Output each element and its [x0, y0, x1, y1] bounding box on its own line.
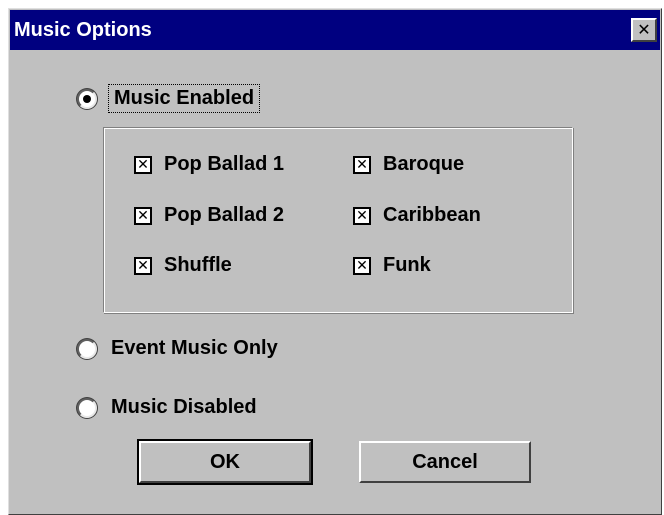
radio-event-music-only-label: Event Music Only: [111, 337, 278, 359]
checkbox-checked-icon: ✕: [353, 206, 371, 225]
checkbox-label: Funk: [383, 254, 431, 276]
checkbox-label: Caribbean: [383, 204, 481, 226]
checkbox-pop-ballad-2[interactable]: ✕ Pop Ballad 2: [134, 204, 284, 227]
radio-dot-icon: [83, 94, 91, 103]
cancel-button-label: Cancel: [412, 451, 478, 473]
checkbox-funk[interactable]: ✕ Funk: [353, 254, 431, 277]
radio-event-music-only[interactable]: Event Music Only: [77, 337, 278, 360]
close-icon: ✕: [637, 20, 651, 39]
radio-music-enabled-label: Music Enabled: [107, 84, 261, 113]
checkbox-label: Shuffle: [164, 254, 232, 276]
checkbox-label: Pop Ballad 1: [164, 153, 285, 175]
radio-music-disabled-label: Music Disabled: [111, 396, 257, 418]
radio-music-enabled[interactable]: Music Enabled: [77, 84, 261, 113]
radio-unselected-icon: [77, 397, 97, 418]
ok-button-label: OK: [210, 451, 240, 473]
music-styles-group: ✕ Pop Ballad 1 ✕ Baroque ✕ Pop Ballad 2 …: [103, 127, 573, 313]
checkbox-checked-icon: ✕: [134, 155, 152, 174]
radio-music-disabled[interactable]: Music Disabled: [77, 396, 257, 419]
radio-unselected-icon: [77, 338, 97, 359]
radio-selected-icon: [77, 88, 97, 109]
title-bar: Music Options ✕: [10, 10, 660, 50]
checkbox-checked-icon: ✕: [353, 256, 371, 275]
checkbox-shuffle[interactable]: ✕ Shuffle: [134, 254, 232, 277]
ok-button[interactable]: OK: [137, 439, 313, 485]
window-title: Music Options: [14, 19, 152, 41]
checkbox-checked-icon: ✕: [134, 256, 152, 275]
checkbox-checked-icon: ✕: [134, 206, 152, 225]
checkbox-label: Pop Ballad 2: [164, 204, 285, 226]
music-options-dialog: Music Options ✕ Music Enabled ✕ Pop Ball…: [8, 8, 662, 515]
close-button[interactable]: ✕: [631, 18, 657, 42]
checkbox-checked-icon: ✕: [353, 155, 371, 174]
checkbox-pop-ballad-1[interactable]: ✕ Pop Ballad 1: [134, 153, 284, 176]
checkbox-baroque[interactable]: ✕ Baroque: [353, 153, 464, 176]
cancel-button[interactable]: Cancel: [359, 441, 531, 483]
checkbox-caribbean[interactable]: ✕ Caribbean: [353, 204, 481, 227]
checkbox-label: Baroque: [383, 153, 465, 175]
